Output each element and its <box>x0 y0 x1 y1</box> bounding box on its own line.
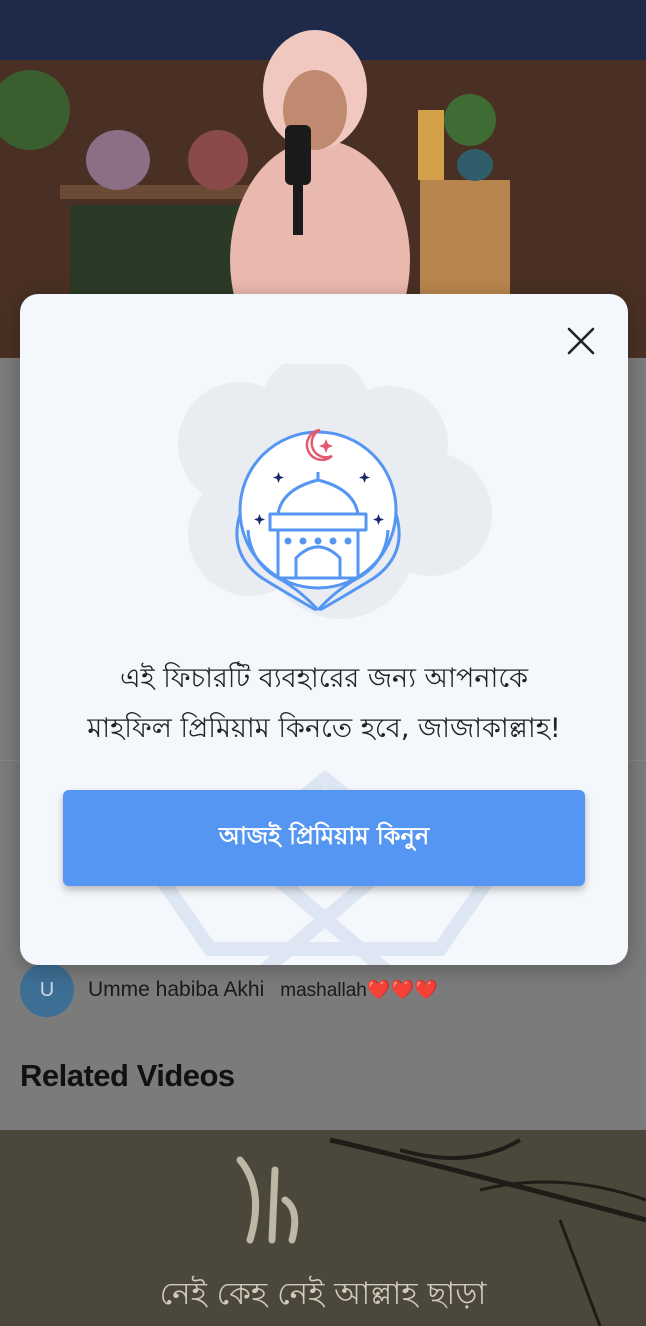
comment-username[interactable]: Umme habiba Akhi <box>88 978 264 1002</box>
close-button[interactable] <box>558 318 604 364</box>
message-line-1: এই ফিচারটি ব্যবহারের জন্য আপনাকে <box>119 663 529 694</box>
related-videos-heading: Related Videos <box>20 1058 235 1093</box>
avatar[interactable]: U <box>20 963 74 1017</box>
thumbnail-caption: নেই কেহ নেই আল্লাহ ছাড়া <box>159 1276 487 1312</box>
mosque-hands-icon <box>178 364 492 619</box>
comment-text: mashallah❤️❤️❤️ <box>280 980 438 1001</box>
related-video-thumbnail[interactable]: নেই কেহ নেই আল্লাহ ছাড়া <box>0 1130 646 1326</box>
message-line-2: মাহফিল প্রিমিয়াম কিনতে হবে, জাজাকাল্লাহ… <box>87 713 561 744</box>
premium-required-message: এই ফিচারটি ব্যবহারের জন্য আপনাকে মাহফিল … <box>20 654 628 754</box>
buy-premium-button[interactable]: আজই প্রিমিয়াম কিনুন <box>63 790 585 886</box>
comment-row: U Umme habiba Akhi mashallah❤️❤️❤️ <box>20 962 438 1018</box>
premium-modal: এই ফিচারটি ব্যবহারের জন্য আপনাকে মাহফিল … <box>20 294 628 965</box>
close-icon <box>567 327 595 355</box>
